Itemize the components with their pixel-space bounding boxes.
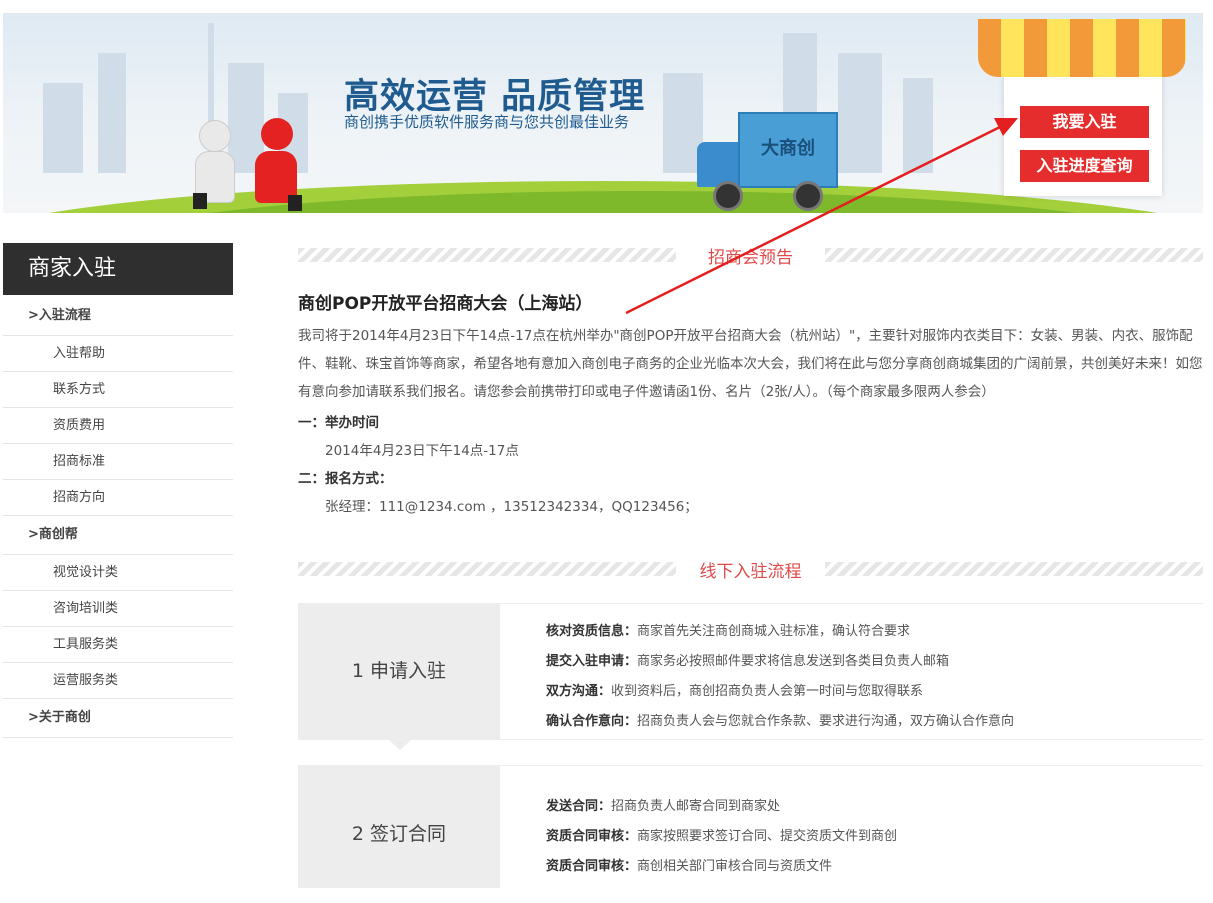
step-detail-line: 双方沟通：收到资料后，商创招商负责人会第一时间与您取得联系 — [546, 684, 924, 699]
event-time-value: 2014年4月23日下午14点-17点 — [325, 443, 519, 459]
process-step: 1 申请入驻 核对资质信息：商家首先关注商创商城入驻标准，确认符合要求 提交入驻… — [298, 603, 1203, 750]
skyline-building — [98, 53, 126, 173]
step-title: 1 申请入驻 — [298, 603, 500, 740]
sidebar-item-fees[interactable]: 资质费用 — [3, 408, 233, 444]
shop-awning — [978, 19, 1186, 77]
signup-value: 张经理：111@1234.com ，13512342334，QQ123456； — [325, 499, 698, 515]
step-title: 2 签订合同 — [298, 765, 500, 888]
banner-subtitle: 商创携手优质软件服务商与您共创最佳业务 — [344, 113, 630, 131]
sidebar-nav: >入驻流程 入驻帮助 联系方式 资质费用 招商标准 招商方向 >商创帮 视觉设计… — [3, 297, 233, 738]
step-detail-line: 提交入驻申请：商家务必按照邮件要求将信息发送到各类目负责人邮箱 — [546, 654, 950, 669]
skyline-building — [903, 78, 933, 173]
section-heading-bar: 招商会预告 — [298, 245, 1203, 268]
signup-label: 二：报名方式： — [298, 471, 393, 487]
section-heading-investment: 招商会预告 — [708, 248, 793, 268]
article-body: 我司将于2014年4月23日下午14点-17点在杭州举办"商创POP开放平台招商… — [298, 328, 1203, 400]
truck-logo-text: 大商创 — [761, 138, 815, 159]
event-time-label: 一：举办时间 — [298, 415, 379, 431]
sidebar-item-help[interactable]: 入驻帮助 — [3, 336, 233, 372]
section-heading-offline-process: 线下入驻流程 — [699, 562, 802, 582]
skyline-building — [838, 53, 882, 173]
sidebar-category-about[interactable]: >关于商创 — [3, 699, 233, 738]
step-details: 发送合同：招商负责人邮寄合同到商家处 资质合同审核：商家按照要求签订合同、提交资… — [500, 765, 1203, 888]
step-detail-line: 发送合同：招商负责人邮寄合同到商家处 — [546, 799, 781, 814]
entry-progress-button[interactable]: 入驻进度查询 — [1020, 150, 1149, 182]
step-notch — [389, 740, 411, 750]
step-detail-line: 资质合同审核：商家按照要求签订合同、提交资质文件到商创 — [546, 829, 898, 844]
sidebar-item-standards[interactable]: 招商标准 — [3, 444, 233, 480]
step-detail-line: 确认合作意向：招商负责人会与您就合作条款、要求进行沟通，双方确认合作意向 — [546, 714, 1015, 729]
step-details: 核对资质信息：商家首先关注商创商城入驻标准，确认符合要求 提交入驻申请：商家务必… — [500, 603, 1203, 740]
apply-entry-button[interactable]: 我要入驻 — [1020, 106, 1149, 138]
sidebar-item-direction[interactable]: 招商方向 — [3, 480, 233, 516]
sidebar-category-process[interactable]: >入驻流程 — [3, 297, 233, 336]
section-heading-bar: 线下入驻流程 — [298, 559, 1203, 582]
process-step: 2 签订合同 发送合同：招商负责人邮寄合同到商家处 资质合同审核：商家按照要求签… — [298, 765, 1203, 888]
sidebar-item-visual-design[interactable]: 视觉设计类 — [3, 555, 233, 591]
sidebar-category-help[interactable]: >商创帮 — [3, 516, 233, 555]
sidebar-item-consulting[interactable]: 咨询培训类 — [3, 591, 233, 627]
sidebar-title: 商家入驻 — [3, 243, 233, 295]
step-detail-line: 核对资质信息：商家首先关注商创商城入驻标准，确认符合要求 — [546, 624, 911, 639]
sidebar-item-contact[interactable]: 联系方式 — [3, 372, 233, 408]
step-detail-line: 资质合同审核：商创相关部门审核合同与资质文件 — [546, 859, 833, 874]
article-title: 商创POP开放平台招商大会（上海站） — [298, 294, 593, 314]
sidebar-item-operations[interactable]: 运营服务类 — [3, 663, 233, 699]
skyline-building — [43, 83, 83, 173]
sidebar-item-tools[interactable]: 工具服务类 — [3, 627, 233, 663]
